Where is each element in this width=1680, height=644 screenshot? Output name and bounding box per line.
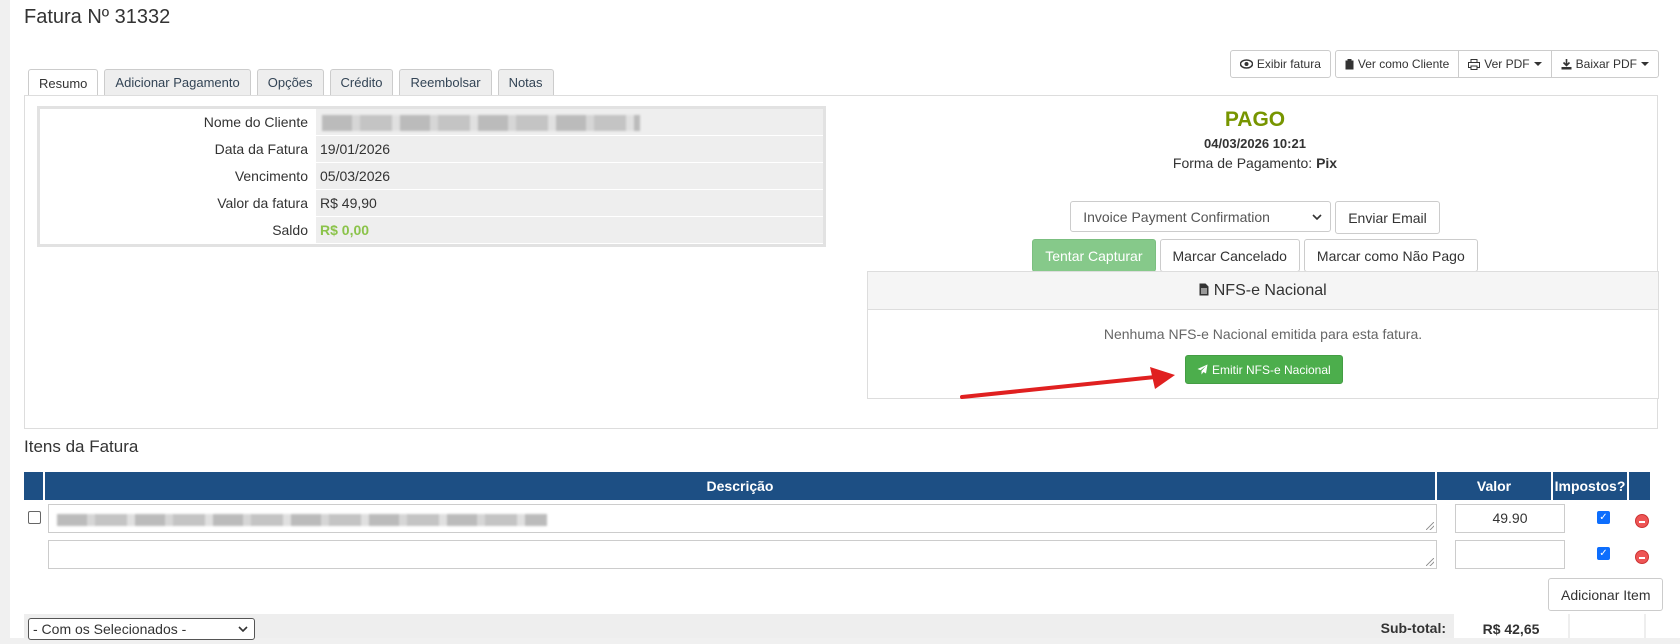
chevron-down-icon bbox=[1641, 62, 1649, 66]
view-invoice-button[interactable]: Exibir fatura bbox=[1229, 50, 1331, 78]
try-capture-button[interactable]: Tentar Capturar bbox=[1032, 239, 1156, 272]
summary-row-client: Nome do Cliente bbox=[40, 109, 823, 136]
balance-value: R$ 0,00 bbox=[316, 217, 823, 243]
summary-row-due: Vencimento 05/03/2026 bbox=[40, 163, 823, 190]
items-section-title: Itens da Fatura bbox=[24, 437, 139, 456]
nfs-panel-header: NFS-e Nacional bbox=[868, 272, 1658, 310]
remove-item-icon[interactable] bbox=[1635, 514, 1649, 528]
balance-label: Saldo bbox=[272, 222, 308, 238]
emit-nfs-button[interactable]: Emitir NFS-e Nacional bbox=[1185, 355, 1343, 384]
item-taxed-checkbox[interactable]: ✓ bbox=[1597, 547, 1610, 560]
chevron-down-icon bbox=[238, 626, 248, 632]
header-description: Descrição bbox=[45, 472, 1435, 500]
page-title: Fatura Nº 31332 bbox=[24, 6, 171, 28]
tab-reembolsar[interactable]: Reembolsar bbox=[399, 69, 492, 95]
invoice-toolbar: Exibir fatura Ver como Cliente Ver PDF B… bbox=[1229, 50, 1659, 78]
row-select-checkbox[interactable] bbox=[28, 511, 41, 524]
chevron-down-icon bbox=[1312, 213, 1322, 220]
view-as-client-button[interactable]: Ver como Cliente bbox=[1334, 50, 1460, 78]
header-select-cell bbox=[24, 472, 43, 500]
client-name-value bbox=[316, 109, 823, 135]
tab-resumo[interactable]: Resumo bbox=[28, 69, 99, 96]
subtotal-label: Sub-total: bbox=[1380, 620, 1446, 636]
eye-icon bbox=[1239, 59, 1253, 69]
item-description-input[interactable] bbox=[48, 504, 1437, 533]
bulk-action-select[interactable]: - Com os Selecionados - bbox=[28, 618, 255, 640]
toolbar-group: Ver como Cliente Ver PDF Baixar PDF bbox=[1334, 50, 1659, 78]
item-value-input[interactable]: 49.90 bbox=[1455, 504, 1565, 533]
item-description-input[interactable] bbox=[48, 540, 1437, 569]
download-icon bbox=[1561, 58, 1572, 69]
payment-method-label: Forma de Pagamento: bbox=[1172, 155, 1313, 171]
payment-status: PAGO 04/03/2026 10:21 Forma de Pagamento… bbox=[855, 106, 1655, 272]
summary-row-date: Data da Fatura 19/01/2026 bbox=[40, 136, 823, 163]
add-item-button[interactable]: Adicionar Item bbox=[1548, 578, 1664, 611]
nfs-message: Nenhuma NFS-e Nacional emitida para esta… bbox=[1103, 326, 1423, 342]
summary-row-balance: Saldo R$ 0,00 bbox=[40, 217, 823, 244]
summary-row-amount: Valor da fatura R$ 49,90 bbox=[40, 190, 823, 217]
client-name-label: Nome do Cliente bbox=[203, 114, 308, 130]
view-pdf-label: Ver PDF bbox=[1484, 57, 1530, 71]
nfs-title: NFS-e Nacional bbox=[1213, 282, 1327, 299]
item-taxed-checkbox[interactable]: ✓ bbox=[1597, 511, 1610, 524]
payment-method-value: Pix bbox=[1316, 155, 1338, 171]
subtotal-value: R$ 42,65 bbox=[1454, 614, 1568, 638]
tab-adicionar-pagamento[interactable]: Adicionar Pagamento bbox=[104, 69, 251, 95]
amount-label: Valor da fatura bbox=[217, 195, 308, 211]
redacted-client-name bbox=[322, 115, 640, 132]
email-template-select[interactable]: Invoice Payment Confirmation bbox=[1070, 201, 1332, 232]
tab-notas[interactable]: Notas bbox=[497, 69, 554, 95]
resize-handle-icon[interactable] bbox=[1426, 558, 1434, 566]
subtotal-empty-cell bbox=[1570, 614, 1644, 638]
item-value-input[interactable] bbox=[1455, 540, 1565, 569]
emit-nfs-label: Emitir NFS-e Nacional bbox=[1212, 362, 1331, 377]
mark-cancelled-button[interactable]: Marcar Cancelado bbox=[1159, 239, 1300, 272]
chevron-down-icon bbox=[1533, 62, 1542, 66]
due-date-value: 05/03/2026 bbox=[316, 163, 823, 189]
amount-value: R$ 49,90 bbox=[316, 190, 823, 216]
download-pdf-button[interactable]: Baixar PDF bbox=[1550, 50, 1659, 78]
view-as-client-label: Ver como Cliente bbox=[1357, 57, 1450, 71]
annotation-arrow bbox=[960, 367, 1175, 399]
payment-method: Forma de Pagamento: Pix bbox=[855, 155, 1655, 171]
action-row: Tentar Capturar Marcar Cancelado Marcar … bbox=[855, 239, 1655, 272]
invoice-summary-table: Nome do Cliente Data da Fatura 19/01/202… bbox=[37, 106, 826, 247]
invoice-tabs: Resumo Adicionar Pagamento Opções Crédit… bbox=[28, 69, 554, 96]
bulk-action-value: - Com os Selecionados - bbox=[33, 621, 187, 637]
status-badge: PAGO bbox=[1224, 108, 1286, 131]
items-table-header: Descrição Valor Impostos? bbox=[24, 472, 1650, 500]
subtotal-empty-cell bbox=[1646, 614, 1668, 638]
due-date-label: Vencimento bbox=[234, 168, 308, 184]
resize-handle-icon[interactable] bbox=[1426, 522, 1434, 530]
view-invoice-label: Exibir fatura bbox=[1256, 57, 1321, 71]
document-icon bbox=[1199, 283, 1209, 296]
paid-date: 04/03/2026 10:21 bbox=[1204, 136, 1306, 151]
tab-opcoes[interactable]: Opções bbox=[256, 69, 324, 95]
header-actions-cell bbox=[1629, 472, 1650, 500]
redacted-description bbox=[57, 514, 547, 526]
email-row: Invoice Payment Confirmation Enviar Emai… bbox=[855, 201, 1655, 234]
remove-item-icon[interactable] bbox=[1635, 550, 1649, 564]
clipboard-icon bbox=[1345, 58, 1354, 69]
header-taxes: Impostos? bbox=[1553, 472, 1627, 500]
invoice-page: Fatura Nº 31332 Exibir fatura Ver como C… bbox=[10, 0, 1680, 640]
mark-unpaid-button[interactable]: Marcar como Não Pago bbox=[1303, 239, 1478, 272]
email-template-value: Invoice Payment Confirmation bbox=[1083, 208, 1270, 225]
table-row: 49.90 ✓ bbox=[24, 504, 1658, 536]
download-pdf-label: Baixar PDF bbox=[1575, 57, 1637, 71]
table-row: ✓ bbox=[24, 540, 1658, 572]
send-email-button[interactable]: Enviar Email bbox=[1335, 201, 1440, 234]
paper-plane-icon bbox=[1197, 364, 1208, 375]
tab-credito[interactable]: Crédito bbox=[329, 69, 394, 95]
header-value: Valor bbox=[1437, 472, 1551, 500]
printer-icon bbox=[1468, 58, 1481, 70]
invoice-date-label: Data da Fatura bbox=[214, 141, 308, 157]
view-pdf-button[interactable]: Ver PDF bbox=[1458, 50, 1552, 78]
invoice-date-value: 19/01/2026 bbox=[316, 136, 823, 162]
